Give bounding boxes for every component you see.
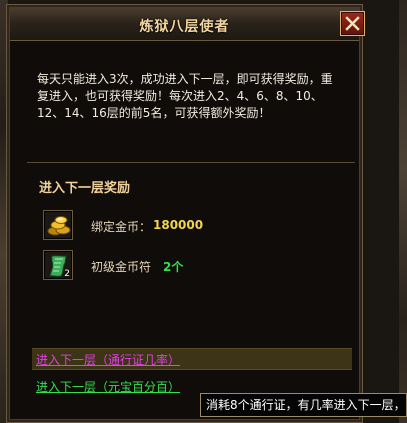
option-enter-next-level-ingot[interactable]: 进入下一层（元宝百分百） [36,378,180,395]
gold-coins-icon [47,216,71,236]
intro-text: 每天只能进入3次，成功进入下一层，即可获得奖励，重复进入，也可获得奖励！每次进入… [37,72,333,120]
divider [27,162,355,163]
close-icon [345,16,360,31]
item-slot[interactable] [43,210,73,240]
reward-label-gold: 绑定金币： [91,220,152,234]
reward-label-coupon: 初级金币符 [91,260,152,274]
tooltip: 消耗8个通行证，有几率进入下一层，失 [200,393,407,417]
reward-value-coupon: 2个 [163,260,184,274]
reward-item-gold: 绑定金币： 180000 [43,210,343,242]
close-button[interactable] [340,11,365,36]
item-slot[interactable]: 2 [43,250,73,280]
background-map-right [399,0,407,423]
title-bar[interactable]: 炼狱八层使者 [10,8,359,41]
item-count: 2 [64,269,70,279]
reward-item-coupon: 2 初级金币符 2个 [43,250,343,282]
reward-section-title: 进入下一层奖励 [39,181,131,196]
option-enter-next-level-pass[interactable]: 进入下一层（通行证几率） [36,351,180,368]
reward-value-gold: 180000 [153,218,204,232]
window-title: 炼狱八层使者 [139,19,230,35]
